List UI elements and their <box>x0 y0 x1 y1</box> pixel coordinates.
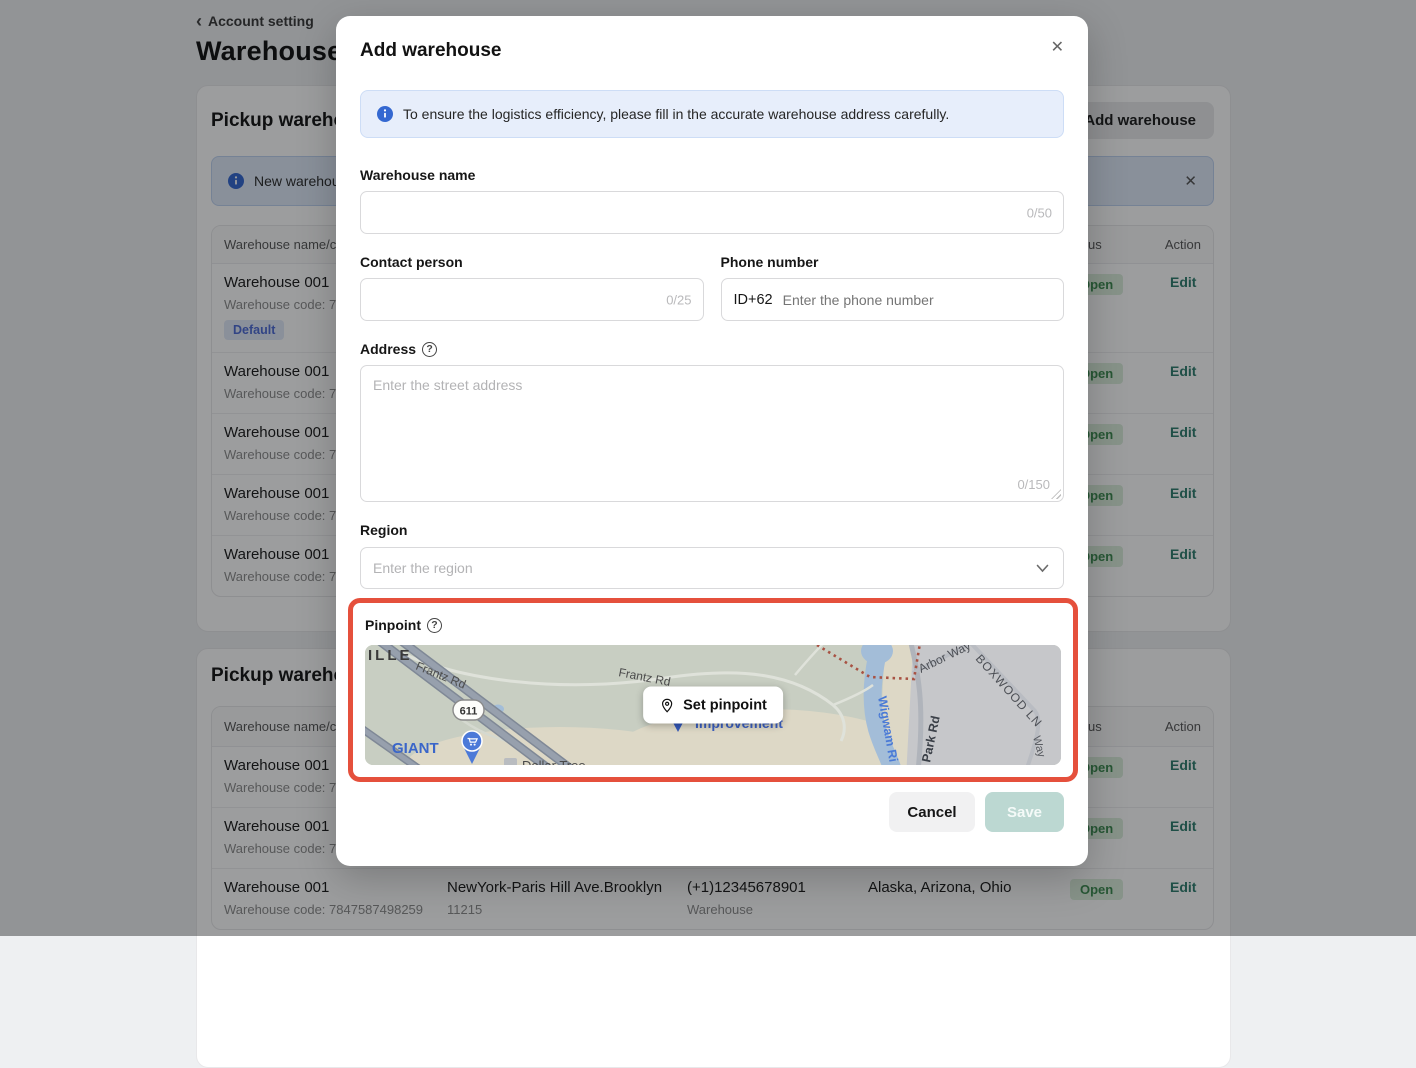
address-counter: 0/150 <box>1017 477 1050 492</box>
contact-person-input[interactable] <box>360 278 704 321</box>
phone-country-prefix[interactable]: ID+62 <box>734 292 773 308</box>
modal-notice-banner: To ensure the logistics efficiency, plea… <box>360 90 1064 138</box>
map-label-giant: GIANT <box>392 740 439 757</box>
address-textarea[interactable] <box>360 365 1064 502</box>
contact-person-label: Contact person <box>360 254 704 270</box>
warehouse-name-input[interactable] <box>360 191 1064 234</box>
set-pinpoint-button[interactable]: Set pinpoint <box>643 687 783 724</box>
region-select[interactable]: Enter the region <box>360 547 1064 589</box>
notice-text: To ensure the logistics efficiency, plea… <box>403 106 949 122</box>
set-pinpoint-label: Set pinpoint <box>683 697 767 713</box>
warehouse-name-label: Warehouse name <box>360 167 1064 183</box>
modal-close-icon[interactable]: ✕ <box>1051 40 1064 56</box>
pin-icon <box>659 697 675 713</box>
address-label: Address ? <box>360 341 1064 357</box>
pinpoint-label: Pinpoint ? <box>365 617 1061 633</box>
save-button[interactable]: Save <box>985 792 1064 832</box>
address-help-icon[interactable]: ? <box>422 342 437 357</box>
warehouse-name-counter: 0/50 <box>1027 205 1052 220</box>
chevron-down-icon <box>1036 564 1049 573</box>
phone-number-label: Phone number <box>721 254 1065 270</box>
add-warehouse-modal: Add warehouse ✕ To ensure the logistics … <box>336 16 1088 866</box>
map-label-dollar-tree: Dollar Tree <box>522 758 586 765</box>
info-icon <box>377 106 393 122</box>
phone-number-input[interactable] <box>783 292 1051 308</box>
region-label: Region <box>360 522 1064 538</box>
pinpoint-help-icon[interactable]: ? <box>427 618 442 633</box>
map-label-town: ILLE <box>368 647 413 664</box>
region-placeholder: Enter the region <box>373 560 1036 576</box>
pinpoint-highlight-box: Pinpoint ? <box>348 598 1078 782</box>
modal-title: Add warehouse <box>360 40 501 62</box>
contact-person-counter: 0/25 <box>666 292 691 307</box>
map-label-route-611: 611 <box>460 706 478 718</box>
phone-number-field: ID+62 <box>721 278 1065 321</box>
pinpoint-map[interactable]: 611 ILLE Frantz Rd Frantz Rd GIANT Dolla… <box>365 645 1061 765</box>
cancel-button[interactable]: Cancel <box>889 792 975 832</box>
